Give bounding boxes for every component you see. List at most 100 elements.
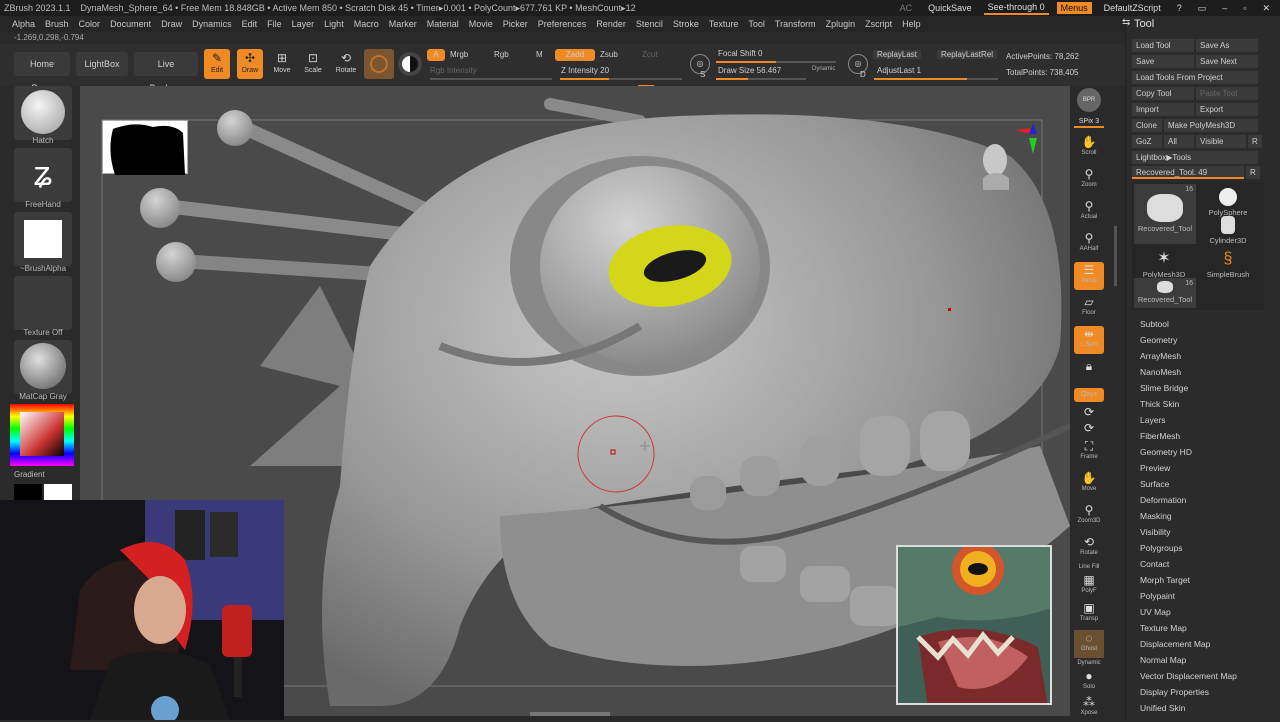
move-button[interactable]: ⊞ Move: [269, 49, 295, 79]
a-toggle[interactable]: A: [427, 49, 445, 61]
zadd-toggle[interactable]: Zadd: [555, 49, 595, 61]
alpha-selector[interactable]: [14, 212, 72, 266]
z-intensity-track[interactable]: [560, 78, 682, 80]
zoom3d-button[interactable]: ⚲ Zoom3D: [1074, 502, 1104, 530]
menu-item-preferences[interactable]: Preferences: [538, 19, 587, 29]
focal-shift-slider[interactable]: Focal Shift 0: [718, 49, 762, 58]
subpalette-deformation[interactable]: Deformation: [1140, 495, 1186, 505]
maximize-icon[interactable]: ▫: [1239, 2, 1250, 14]
scroll-button[interactable]: ✋ Scroll: [1074, 134, 1104, 162]
subpalette-arraymesh[interactable]: ArrayMesh: [1140, 351, 1181, 361]
subpalette-visibility[interactable]: Visibility: [1140, 527, 1171, 537]
aahalf-button[interactable]: ⚲ AAHalf: [1074, 230, 1104, 258]
rotate-axis-icons[interactable]: ⟳ ⟳: [1074, 404, 1104, 435]
subpalette-texture-map[interactable]: Texture Map: [1140, 623, 1187, 633]
menu-item-material[interactable]: Material: [427, 19, 459, 29]
current-tool-slider[interactable]: Recovered_Tool. 49: [1132, 166, 1244, 179]
menu-item-zplugin[interactable]: Zplugin: [826, 19, 856, 29]
zsub-toggle[interactable]: Zsub: [600, 50, 618, 59]
subpalette-polygroups[interactable]: Polygroups: [1140, 543, 1183, 553]
color-picker[interactable]: [10, 404, 74, 466]
mrgb-toggle[interactable]: Mrgb: [450, 50, 468, 59]
goz-r-button[interactable]: R: [1248, 135, 1262, 148]
tool-thumb-recovered-2[interactable]: 16 Recovered_Tool: [1134, 278, 1196, 308]
material-swatch[interactable]: [364, 49, 394, 79]
menu-item-render[interactable]: Render: [596, 19, 626, 29]
copy-tool-button[interactable]: Copy Tool: [1132, 87, 1194, 100]
material-selector[interactable]: [14, 340, 72, 394]
frame-button[interactable]: ⛶ Frame: [1074, 438, 1104, 466]
menu-item-transform[interactable]: Transform: [775, 19, 816, 29]
subpalette-uv-map[interactable]: UV Map: [1140, 607, 1171, 617]
edit-button[interactable]: ✎ Edit: [204, 49, 230, 79]
tool-r-button[interactable]: R: [1246, 166, 1260, 179]
menus-button[interactable]: Menus: [1056, 2, 1092, 14]
subpalette-geometry-hd[interactable]: Geometry HD: [1140, 447, 1192, 457]
layout-icon[interactable]: ▭: [1194, 2, 1211, 15]
persp-button[interactable]: ☰ Persp: [1074, 262, 1104, 290]
subpalette-vector-displacement-map[interactable]: Vector Displacement Map: [1140, 671, 1237, 681]
home-page-button[interactable]: Home Page: [14, 52, 70, 93]
subpalette-normal-map[interactable]: Normal Map: [1140, 655, 1186, 665]
spix-slider[interactable]: SPix 3: [1074, 118, 1104, 128]
adjust-last-slider[interactable]: AdjustLast 1: [877, 66, 921, 75]
zcut-toggle[interactable]: Zcut: [642, 50, 658, 59]
rgb-intensity-track[interactable]: [430, 78, 552, 80]
save-button[interactable]: Save: [1132, 55, 1194, 68]
actual-button[interactable]: ⚲ Actual: [1074, 198, 1104, 226]
clone-button[interactable]: Clone: [1132, 119, 1162, 132]
menu-item-marker[interactable]: Marker: [389, 19, 417, 29]
see-through-slider[interactable]: See-through 0: [983, 1, 1049, 15]
replay-last-button[interactable]: ReplayLast: [873, 50, 922, 59]
subpalette-fibermesh[interactable]: FiberMesh: [1140, 431, 1180, 441]
zoom-button[interactable]: ⚲ Zoom: [1074, 166, 1104, 194]
draw-size-slider[interactable]: Draw Size 56.467: [718, 66, 781, 75]
help-icon[interactable]: ?: [1173, 2, 1186, 14]
subpalette-polypaint[interactable]: Polypaint: [1140, 591, 1175, 601]
secondary-color[interactable]: [14, 484, 42, 500]
menu-item-draw[interactable]: Draw: [161, 19, 182, 29]
load-from-project-button[interactable]: Load Tools From Project: [1132, 71, 1258, 84]
subpalette-surface[interactable]: Surface: [1140, 479, 1169, 489]
menu-item-help[interactable]: Help: [902, 19, 921, 29]
subpalette-preview[interactable]: Preview: [1140, 463, 1170, 473]
menu-item-texture[interactable]: Texture: [709, 19, 739, 29]
menu-item-edit[interactable]: Edit: [242, 19, 258, 29]
subpalette-masking[interactable]: Masking: [1140, 511, 1172, 521]
paste-tool-button[interactable]: Paste Tool: [1196, 87, 1258, 100]
subpalette-nanomesh[interactable]: NanoMesh: [1140, 367, 1181, 377]
menu-item-movie[interactable]: Movie: [469, 19, 493, 29]
rotate-button[interactable]: ⟲ Rotate: [333, 49, 359, 79]
menu-item-layer[interactable]: Layer: [292, 19, 315, 29]
menu-item-stencil[interactable]: Stencil: [636, 19, 663, 29]
dynamic-toggle[interactable]: Dynamic: [812, 66, 835, 72]
make-polymesh-button[interactable]: Make PolyMesh3D: [1164, 119, 1258, 132]
goz-all-button[interactable]: All: [1164, 135, 1194, 148]
menu-item-macro[interactable]: Macro: [354, 19, 379, 29]
goz-button[interactable]: GoZ: [1132, 135, 1162, 148]
lightbox-tools-button[interactable]: Lightbox▶Tools: [1132, 151, 1258, 164]
minimize-icon[interactable]: –: [1218, 2, 1231, 14]
shelf-scrollbar[interactable]: [1114, 226, 1117, 286]
live-boolean-button[interactable]: Live Boolean: [134, 52, 198, 93]
orientation-gizmo[interactable]: [975, 120, 1045, 190]
subpalette-layers[interactable]: Layers: [1140, 415, 1166, 425]
quicksave-button[interactable]: QuickSave: [924, 2, 976, 14]
close-icon[interactable]: ✕: [1258, 2, 1274, 15]
replay-last-rel-button[interactable]: ReplayLastRel: [937, 50, 998, 59]
transp-button[interactable]: ▣ Transp: [1074, 600, 1104, 628]
menu-item-stroke[interactable]: Stroke: [673, 19, 699, 29]
ghost-button[interactable]: ◌ Ghost: [1074, 630, 1104, 658]
tool-thumb-recovered[interactable]: 16 Recovered_Tool: [1134, 184, 1196, 244]
rotate-view-button[interactable]: ⟲ Rotate: [1074, 534, 1104, 562]
subpalette-slime-bridge[interactable]: Slime Bridge: [1140, 383, 1188, 393]
z-intensity-slider[interactable]: Z Intensity 20: [561, 66, 609, 75]
subpalette-contact[interactable]: Contact: [1140, 559, 1169, 569]
xpose-button[interactable]: ⁂ Xpose: [1074, 694, 1104, 722]
load-tool-button[interactable]: Load Tool: [1132, 39, 1194, 52]
subpalette-display-properties[interactable]: Display Properties: [1140, 687, 1209, 697]
m-toggle[interactable]: M: [536, 50, 543, 59]
xyz-button[interactable]: Qxyz: [1074, 388, 1104, 402]
goz-visible-button[interactable]: Visible: [1196, 135, 1246, 148]
tool-thumb-simplebrush[interactable]: § SimpleBrush: [1198, 246, 1258, 290]
